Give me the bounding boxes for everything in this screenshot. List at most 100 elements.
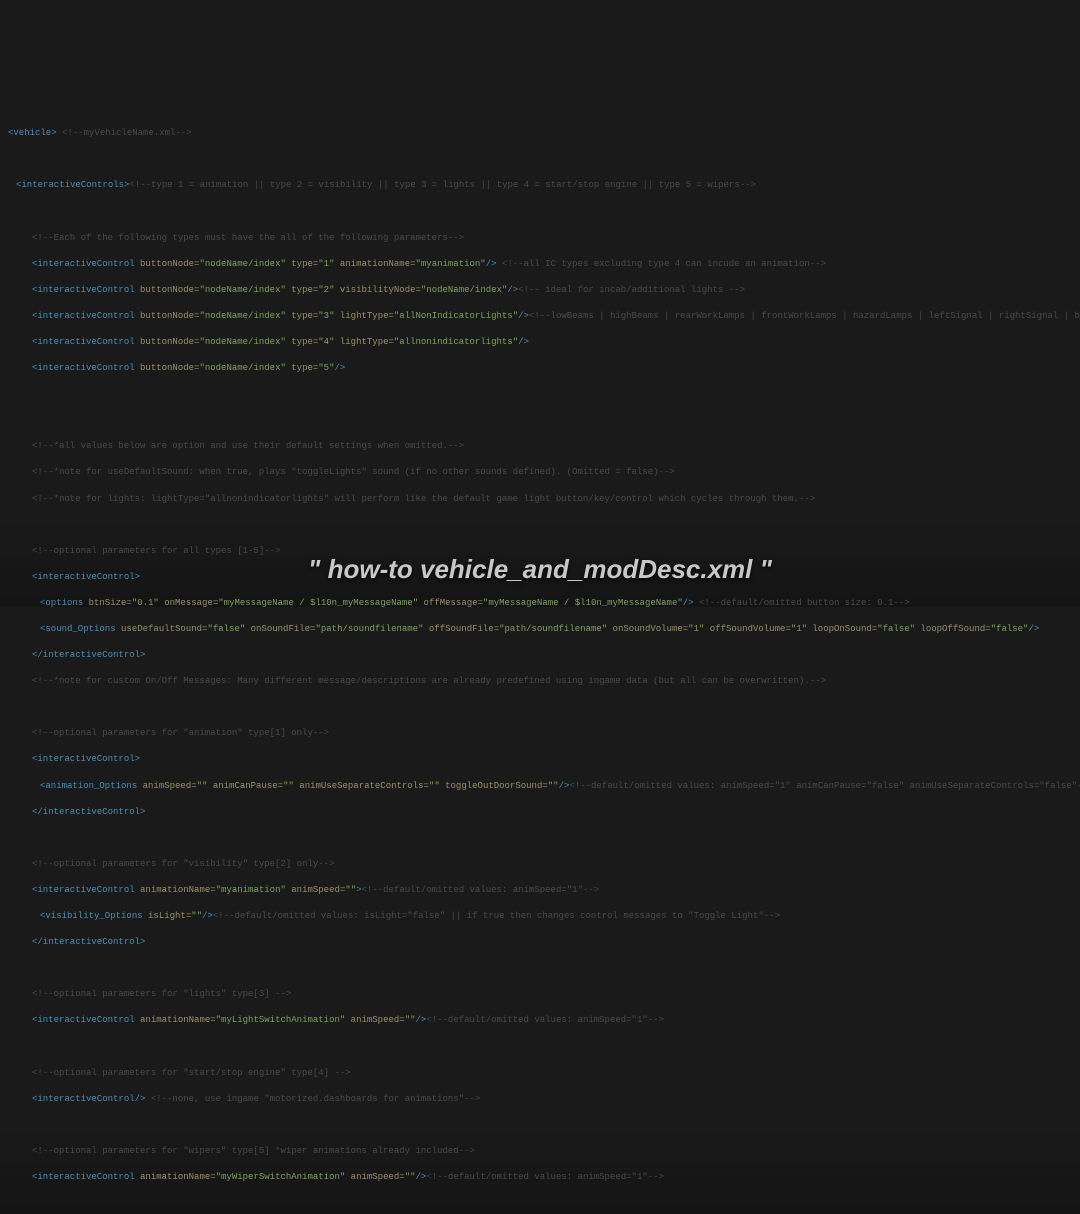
val: "false" xyxy=(207,624,245,634)
attr: btnSize= xyxy=(89,598,132,608)
attr: type= xyxy=(286,259,318,269)
comment: <!--optional parameters for "animation" … xyxy=(32,728,329,738)
val: "1" xyxy=(318,259,334,269)
val: "" xyxy=(283,781,294,791)
val: "nodeName/index" xyxy=(199,259,285,269)
comment: <!--lowBeams | highBeams | rearWorkLamps… xyxy=(529,311,1080,321)
attr: loopOnSound= xyxy=(807,624,877,634)
tag: /> xyxy=(486,259,497,269)
attr: toggleOutDoorSound= xyxy=(440,781,548,791)
val: "0.1" xyxy=(132,598,159,608)
attr: type= xyxy=(286,285,318,295)
comment: <!--myVehicleName.xml--> xyxy=(57,128,192,138)
val: "" xyxy=(548,781,559,791)
val: "allnonindicatorlights" xyxy=(394,337,518,347)
attr: animationName= xyxy=(140,1015,216,1025)
attr: animSpeed= xyxy=(143,781,197,791)
val: "1" xyxy=(791,624,807,634)
attr: useDefaultSound= xyxy=(121,624,207,634)
val: "allNonIndicatorLights" xyxy=(394,311,518,321)
tag: <interactiveControl/> xyxy=(32,1094,145,1104)
comment: <!--*note for custom On/Off Messages: Ma… xyxy=(32,676,826,686)
val: "2" xyxy=(318,285,334,295)
attr: type= xyxy=(286,311,318,321)
tag: <interactiveControl> xyxy=(32,754,140,764)
val: "myanimation" xyxy=(216,885,286,895)
val: "4" xyxy=(318,337,334,347)
tag: <interactiveControl xyxy=(32,285,140,295)
val: "myanimation" xyxy=(416,259,486,269)
tag: </interactiveControl> xyxy=(32,807,145,817)
val: "false" xyxy=(877,624,915,634)
val: "myMessageName / $l10n_myMessageName" xyxy=(218,598,418,608)
val: "" xyxy=(197,781,208,791)
attr: animationName= xyxy=(140,885,216,895)
comment: <!--Each of the following types must hav… xyxy=(32,233,464,243)
tag: /> xyxy=(507,285,518,295)
comment: <!--optional parameters for "wipers" typ… xyxy=(32,1146,475,1156)
attr: offMessage= xyxy=(418,598,483,608)
comment: <!--optional parameters for "visibility"… xyxy=(32,859,334,869)
tag: <interactiveControl xyxy=(32,363,140,373)
attr: isLight= xyxy=(148,911,191,921)
tag: <vehicle> xyxy=(8,128,57,138)
comment: <!--default/omitted values: animSpeed="1… xyxy=(426,1015,664,1025)
tag: <interactiveControl xyxy=(32,885,140,895)
val: "" xyxy=(405,1015,416,1025)
image-caption: " how-to vehicle_and_modDesc.xml " xyxy=(0,551,1080,589)
tag: /> xyxy=(202,911,213,921)
code-block: <vehicle> <!--myVehicleName.xml--> <inte… xyxy=(8,114,1072,1214)
tag: <interactiveControl xyxy=(32,311,140,321)
attr: offSoundVolume= xyxy=(704,624,790,634)
tag: /> xyxy=(683,598,694,608)
attr: animSpeed= xyxy=(286,885,345,895)
val: "myMessageName / $l10n_myMessageName" xyxy=(483,598,683,608)
comment: <!--default/omitted values: animSpeed="1… xyxy=(426,1172,664,1182)
comment: <!--optional parameters for "lights" typ… xyxy=(32,989,291,999)
attr: onSoundFile= xyxy=(245,624,315,634)
tag: /> xyxy=(1028,624,1039,634)
val: "nodeName/index" xyxy=(199,285,285,295)
tag: <interactiveControl xyxy=(32,259,140,269)
val: "nodeName/index" xyxy=(421,285,507,295)
val: "" xyxy=(429,781,440,791)
tag: <animation_Options xyxy=(40,781,143,791)
comment: <!--default/omitted values: animSpeed="1… xyxy=(362,885,600,895)
val: "3" xyxy=(318,311,334,321)
tag: /> xyxy=(518,337,529,347)
tag: </interactiveControl> xyxy=(32,937,145,947)
attr: buttonNode= xyxy=(140,337,199,347)
attr: onMessage= xyxy=(159,598,218,608)
tag: <interactiveControl xyxy=(32,1015,140,1025)
attr: buttonNode= xyxy=(140,363,199,373)
attr: animUseSeparateControls= xyxy=(294,781,429,791)
val: "5" xyxy=(318,363,334,373)
attr: offSoundFile= xyxy=(424,624,500,634)
attr: buttonNode= xyxy=(140,259,199,269)
val: "nodeName/index" xyxy=(199,363,285,373)
val: "path/soundfilename" xyxy=(499,624,607,634)
val: "nodeName/index" xyxy=(199,311,285,321)
val: "myWiperSwitchAnimation" xyxy=(216,1172,346,1182)
comment: <!--default/omitted values: animSpeed="1… xyxy=(569,781,1080,791)
attr: animSpeed= xyxy=(345,1172,404,1182)
attr: animationName= xyxy=(334,259,415,269)
attr: type= xyxy=(286,363,318,373)
val: "path/soundfilename" xyxy=(315,624,423,634)
attr: onSoundVolume= xyxy=(607,624,688,634)
attr: animCanPause= xyxy=(207,781,283,791)
val: "" xyxy=(345,885,356,895)
comment: <!--type 1 = animation || type 2 = visib… xyxy=(129,180,756,190)
comment: <!--default/omitted button size: 0.1--> xyxy=(694,598,910,608)
tag: /> xyxy=(334,363,345,373)
attr: type= xyxy=(286,337,318,347)
tag: <visibility_Options xyxy=(40,911,148,921)
tag: <interactiveControls> xyxy=(16,180,129,190)
attr: buttonNode= xyxy=(140,285,199,295)
tag: /> xyxy=(416,1015,427,1025)
tag: /> xyxy=(559,781,570,791)
tag: <sound_Options xyxy=(40,624,121,634)
comment: <!--optional parameters for "start/stop … xyxy=(32,1068,351,1078)
comment: <!--*all values below are option and use… xyxy=(32,441,464,451)
attr: visibilityNode= xyxy=(334,285,420,295)
